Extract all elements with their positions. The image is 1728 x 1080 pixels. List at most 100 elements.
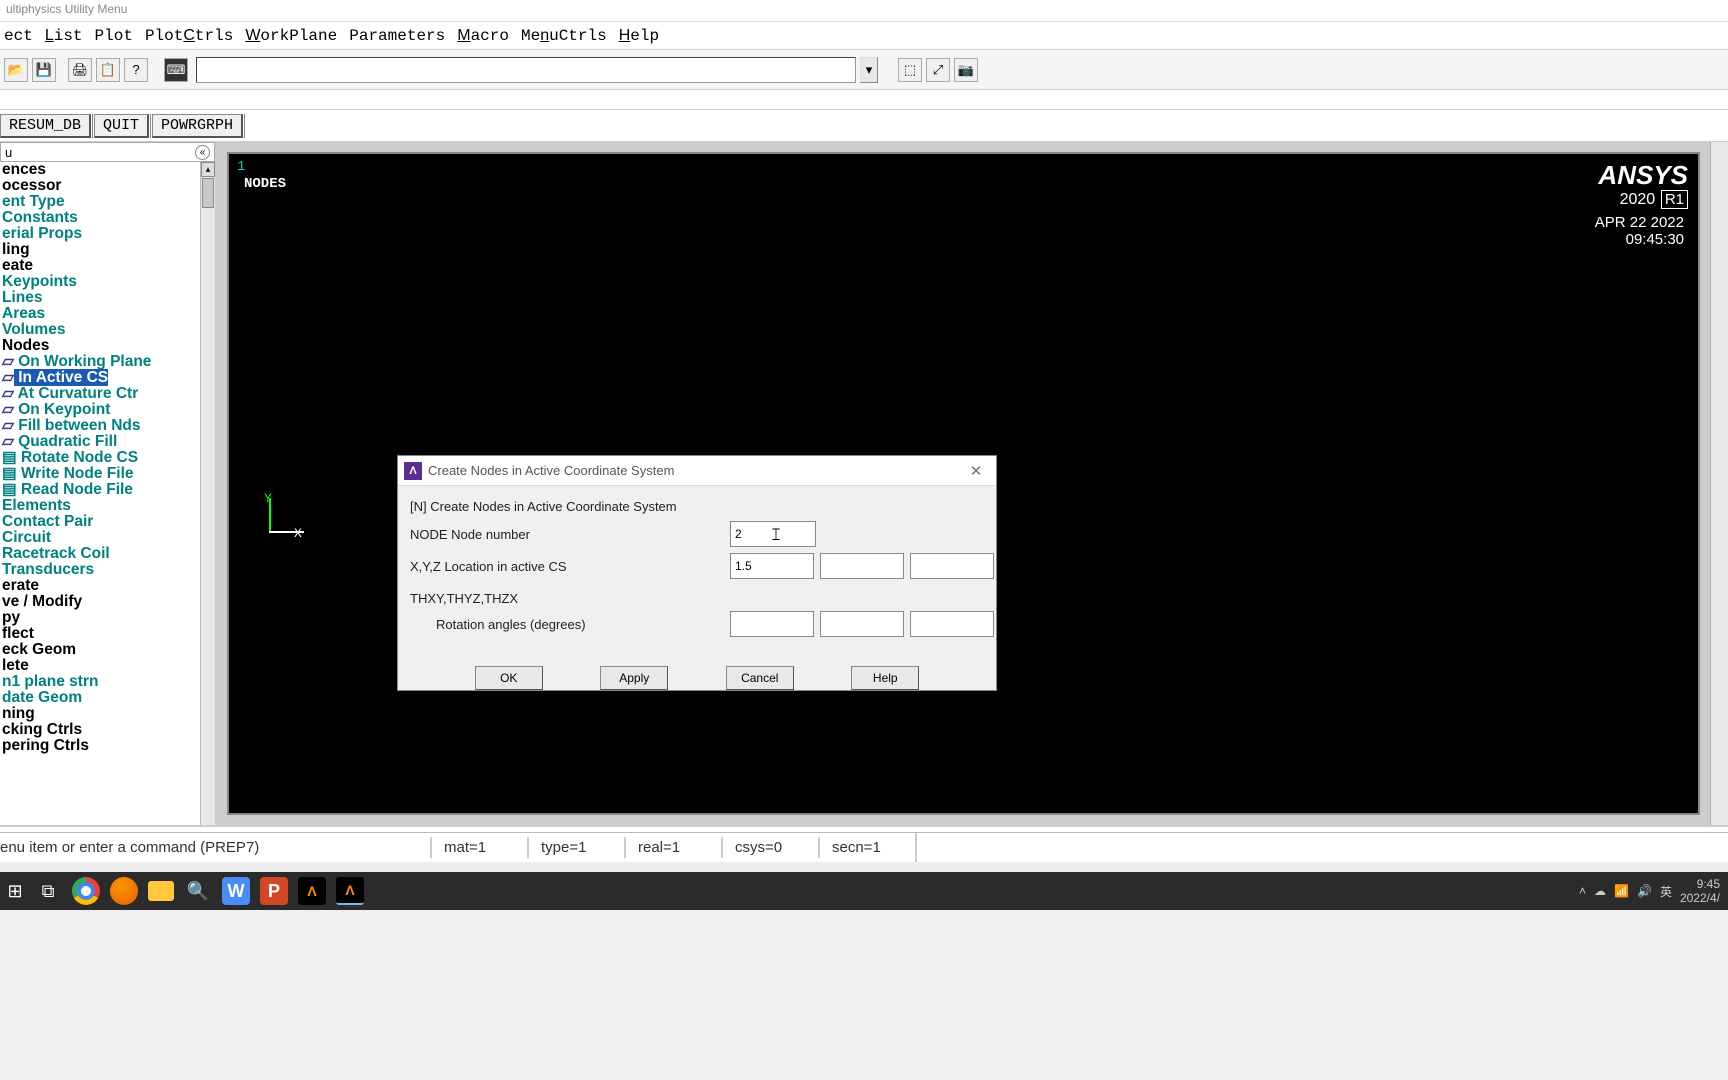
tree-item[interactable]: ences xyxy=(0,162,200,178)
tree-item[interactable]: n1 plane strn xyxy=(0,674,200,690)
tree-item[interactable]: Circuit xyxy=(0,530,200,546)
y-input[interactable] xyxy=(820,553,904,579)
tree-item[interactable]: ▱ At Curvature Ctr xyxy=(0,386,200,402)
tree-item[interactable]: flect xyxy=(0,626,200,642)
menu-parameters[interactable]: Parameters xyxy=(349,27,445,45)
menu-help[interactable]: Help xyxy=(619,27,659,45)
wps-icon[interactable]: W xyxy=(222,877,250,905)
tree-item[interactable]: cking Ctrls xyxy=(0,722,200,738)
apply-button[interactable]: Apply xyxy=(600,666,668,690)
task-view-icon[interactable]: ⧉ xyxy=(34,877,62,905)
save-icon[interactable]: 💾 xyxy=(32,58,56,82)
help-button[interactable]: Help xyxy=(851,666,919,690)
command-input[interactable] xyxy=(196,57,856,83)
ansys-mechanical-icon[interactable]: Λ xyxy=(336,877,364,905)
dialog-titlebar[interactable]: Λ Create Nodes in Active Coordinate Syst… xyxy=(398,456,996,486)
start-icon[interactable]: ⊞ xyxy=(6,877,24,905)
tree-item[interactable]: ▤ Rotate Node CS xyxy=(0,450,200,466)
scrollbar-thumb[interactable] xyxy=(202,178,214,208)
tree-item[interactable]: ent Type xyxy=(0,194,200,210)
powrgrph-button[interactable]: POWRGRPH xyxy=(152,114,243,138)
tree-item[interactable]: erate xyxy=(0,578,200,594)
powerpoint-icon[interactable]: P xyxy=(260,877,288,905)
right-scroll-strip[interactable] xyxy=(1710,142,1728,825)
tray-clock[interactable]: 9:45 2022/4/ xyxy=(1680,877,1720,905)
menu-plot[interactable]: Plot xyxy=(95,27,133,45)
thxy-input[interactable] xyxy=(730,611,814,637)
command-dropdown-icon[interactable]: ▾ xyxy=(860,57,878,83)
menu-macro[interactable]: Macro xyxy=(457,27,509,45)
tree-list[interactable]: encesocessorent Type Constantserial Prop… xyxy=(0,162,200,825)
x-input[interactable] xyxy=(730,553,814,579)
ansys-product-launcher-icon[interactable]: Λ xyxy=(298,877,326,905)
tree-item[interactable]: lete xyxy=(0,658,200,674)
tree-item[interactable]: date Geom xyxy=(0,690,200,706)
tree-item[interactable]: ▱ Quadratic Fill xyxy=(0,434,200,450)
tree-item[interactable]: Keypoints xyxy=(0,274,200,290)
tree-item[interactable]: Nodes xyxy=(0,338,200,354)
z-input[interactable] xyxy=(910,553,994,579)
help-icon[interactable]: ? xyxy=(124,58,148,82)
onedrive-icon[interactable]: ☁ xyxy=(1594,884,1606,898)
menu-plotctrls[interactable]: PlotCtrls xyxy=(145,27,233,45)
menu-workplane[interactable]: WorkPlane xyxy=(245,27,337,45)
taskbar[interactable]: ⊞ ⧉ 🔍 W P Λ Λ ˄ ☁ 📶 🔊 英 9:45 2022/4/ xyxy=(0,872,1728,910)
volume-icon[interactable]: 🔊 xyxy=(1637,884,1652,898)
collapse-all-icon[interactable]: « xyxy=(195,145,210,160)
node-number-input[interactable] xyxy=(730,521,816,547)
menu-list[interactable]: List xyxy=(45,27,83,45)
tree-item[interactable]: ning xyxy=(0,706,200,722)
tree-item[interactable]: ve / Modify xyxy=(0,594,200,610)
print-icon[interactable]: 🖨 xyxy=(68,58,92,82)
tree-item[interactable]: ▱ On Keypoint xyxy=(0,402,200,418)
image-capture-icon[interactable]: 📷 xyxy=(954,58,978,82)
window-number: 1 xyxy=(237,159,245,175)
command-prompt[interactable]: enu item or enter a command (PREP7) xyxy=(0,839,430,856)
system-tray[interactable]: ˄ ☁ 📶 🔊 英 9:45 2022/4/ xyxy=(1579,877,1720,905)
thyz-input[interactable] xyxy=(820,611,904,637)
menu-menuctrls[interactable]: MenuCtrls xyxy=(521,27,607,45)
tree-item[interactable]: ocessor xyxy=(0,178,200,194)
tree-item[interactable]: erial Props xyxy=(0,226,200,242)
open-icon[interactable]: 📂 xyxy=(4,58,28,82)
tree-item[interactable]: Racetrack Coil xyxy=(0,546,200,562)
keypad-icon[interactable]: ⌨ xyxy=(164,58,188,82)
date-label: APR 22 2022 xyxy=(1595,214,1684,231)
menu-select[interactable]: ect xyxy=(4,27,33,45)
tree-item[interactable]: Volumes xyxy=(0,322,200,338)
tray-chevron-icon[interactable]: ˄ xyxy=(1579,884,1586,898)
tree-scrollbar[interactable]: ▴ xyxy=(200,162,215,825)
resum-db-button[interactable]: RESUM_DB xyxy=(0,114,91,138)
tree-item[interactable]: Transducers xyxy=(0,562,200,578)
tree-item[interactable]: ▱ Fill between Nds xyxy=(0,418,200,434)
firefox-icon[interactable] xyxy=(110,877,138,905)
tree-item[interactable]: ling xyxy=(0,242,200,258)
close-icon[interactable]: ✕ xyxy=(956,462,996,480)
tree-item[interactable]: Constants xyxy=(0,210,200,226)
search-icon[interactable]: 🔍 xyxy=(184,877,212,905)
tree-item[interactable]: eate xyxy=(0,258,200,274)
tree-item[interactable]: ▤ Write Node File xyxy=(0,466,200,482)
scroll-up-icon[interactable]: ▴ xyxy=(201,162,215,177)
tree-item[interactable]: pering Ctrls xyxy=(0,738,200,754)
raise-hidden-icon[interactable]: ⬚ xyxy=(898,58,922,82)
tree-item[interactable]: Contact Pair xyxy=(0,514,200,530)
tree-item[interactable]: ▤ Read Node File xyxy=(0,482,200,498)
ime-indicator[interactable]: 英 xyxy=(1660,883,1672,900)
tree-item[interactable]: Lines xyxy=(0,290,200,306)
wifi-icon[interactable]: 📶 xyxy=(1614,884,1629,898)
thzx-input[interactable] xyxy=(910,611,994,637)
tree-item[interactable]: ▱ In Active CS xyxy=(0,370,200,386)
tree-item[interactable]: ▱ On Working Plane xyxy=(0,354,200,370)
tree-item[interactable]: eck Geom xyxy=(0,642,200,658)
tree-item[interactable]: py xyxy=(0,610,200,626)
tree-item[interactable]: Areas xyxy=(0,306,200,322)
file-explorer-icon[interactable] xyxy=(148,881,174,901)
report-icon[interactable]: 📋 xyxy=(96,58,120,82)
ok-button[interactable]: OK xyxy=(475,666,543,690)
tree-item[interactable]: Elements xyxy=(0,498,200,514)
quit-button[interactable]: QUIT xyxy=(94,114,149,138)
cancel-button[interactable]: Cancel xyxy=(726,666,794,690)
pan-zoom-icon[interactable]: ⤢ xyxy=(926,58,950,82)
chrome-icon[interactable] xyxy=(72,877,100,905)
